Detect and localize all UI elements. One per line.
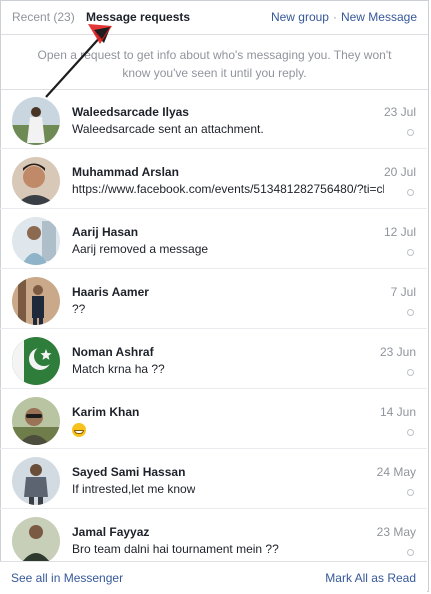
mark-all-read-link[interactable]: Mark All as Read <box>325 571 416 585</box>
mark-read-dot-icon[interactable] <box>407 249 414 256</box>
message-date: 7 Jul <box>390 285 416 299</box>
panel-header: Recent (23) Message requests New group · N… <box>1 1 428 35</box>
avatar <box>12 517 60 565</box>
header-actions: New group · New Message <box>271 10 417 24</box>
avatar <box>12 277 60 325</box>
mark-read-dot-icon[interactable] <box>407 429 414 436</box>
header-separator: · <box>332 10 337 24</box>
mark-read-dot-icon[interactable] <box>407 369 414 376</box>
message-snippet: Match krna ha ?? <box>72 362 165 376</box>
panel-footer: See all in Messenger Mark All as Read <box>0 561 427 594</box>
message-snippet: ?? <box>72 302 86 316</box>
request-list: Waleedsarcade Ilyas Waleedsarcade sent a… <box>0 89 427 569</box>
new-message-link[interactable]: New Message <box>341 10 417 24</box>
sender-name: Sayed Sami Hassan <box>72 465 186 479</box>
mark-read-dot-icon[interactable] <box>407 309 414 316</box>
message-snippet: Aarij removed a message <box>72 242 209 256</box>
requests-notice: Open a request to get info about who's m… <box>1 35 428 90</box>
new-group-link[interactable]: New group <box>271 10 329 24</box>
list-item[interactable]: Sayed Sami Hassan If intrested,let me kn… <box>0 449 427 509</box>
message-snippet: Bro team dalni hai tournament mein ?? <box>72 542 279 556</box>
avatar <box>12 337 60 385</box>
list-item[interactable]: Aarij Hasan Aarij removed a message 12 J… <box>0 209 427 269</box>
message-date: 23 Jul <box>383 105 416 119</box>
message-snippet: https://www.facebook.com/events/51348128… <box>72 182 384 196</box>
message-date: 23 May <box>376 525 416 539</box>
list-item[interactable]: Muhammad Arslan https://www.facebook.com… <box>0 149 427 209</box>
message-date: 14 Jun <box>379 405 416 419</box>
sender-name: Haaris Aamer <box>72 285 149 299</box>
avatar <box>12 457 60 505</box>
tab-recent[interactable]: Recent (23) <box>12 10 75 24</box>
mark-read-dot-icon[interactable] <box>407 129 414 136</box>
message-snippet: Waleedsarcade sent an attachment. <box>72 122 264 136</box>
message-date: 12 Jul <box>383 225 416 239</box>
list-item[interactable]: Noman Ashraf Match krna ha ?? 23 Jun <box>0 329 427 389</box>
list-item[interactable]: Karim Khan 14 Jun <box>0 389 427 449</box>
sender-name: Aarij Hasan <box>72 225 139 239</box>
grinning-emoji-icon <box>72 422 86 437</box>
tab-message-requests[interactable]: Message requests <box>86 10 190 24</box>
list-item[interactable]: Waleedsarcade Ilyas Waleedsarcade sent a… <box>0 89 427 149</box>
mark-read-dot-icon[interactable] <box>407 489 414 496</box>
mark-read-dot-icon[interactable] <box>407 189 414 196</box>
avatar <box>12 157 60 205</box>
sender-name: Noman Ashraf <box>72 345 154 359</box>
see-all-in-messenger-link[interactable]: See all in Messenger <box>11 571 123 585</box>
sender-name: Muhammad Arslan <box>72 165 179 179</box>
message-snippet <box>72 422 86 437</box>
sender-name: Karim Khan <box>72 405 140 419</box>
message-date: 24 May <box>376 465 416 479</box>
avatar <box>12 217 60 265</box>
sender-name: Jamal Fayyaz <box>72 525 150 539</box>
list-item[interactable]: Jamal Fayyaz Bro team dalni hai tourname… <box>0 509 427 569</box>
message-date: 20 Jul <box>383 165 416 179</box>
avatar <box>12 97 60 145</box>
message-date: 23 Jun <box>379 345 416 359</box>
avatar <box>12 397 60 445</box>
list-item[interactable]: Haaris Aamer ?? 7 Jul <box>0 269 427 329</box>
mark-read-dot-icon[interactable] <box>407 549 414 556</box>
message-snippet: If intrested,let me know <box>72 482 196 496</box>
sender-name: Waleedsarcade Ilyas <box>72 105 189 119</box>
